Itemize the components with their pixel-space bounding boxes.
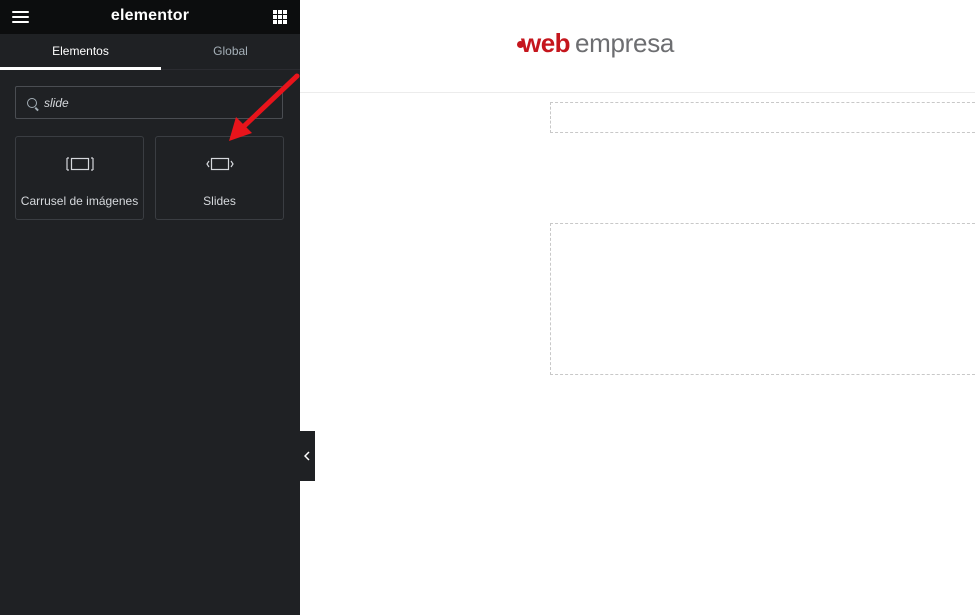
tab-elementos[interactable]: Elementos: [0, 35, 161, 70]
search-input[interactable]: [44, 93, 274, 113]
preview-canvas: web empresa: [300, 0, 975, 615]
widget-search[interactable]: [15, 86, 283, 119]
tab-global[interactable]: Global: [161, 35, 300, 70]
apps-grid-icon[interactable]: [273, 10, 287, 24]
empty-section-drop-zone[interactable]: [550, 223, 975, 375]
widget-label: Slides: [203, 194, 236, 208]
search-icon: [27, 98, 37, 108]
site-header: web empresa: [300, 0, 975, 93]
elementor-panel: elementor Elementos Global Carrusel de i…: [0, 0, 300, 615]
logo-empresa-text: empresa: [575, 28, 675, 58]
panel-collapse-handle[interactable]: [300, 431, 315, 481]
brand-title: elementor: [110, 7, 190, 24]
empty-section-drop-zone[interactable]: [550, 102, 975, 133]
panel-header: elementor: [0, 0, 300, 34]
widget-image-carousel[interactable]: Carrusel de imágenes: [15, 136, 144, 220]
panel-tabs: Elementos Global: [0, 35, 300, 70]
chevron-left-icon: [304, 451, 310, 461]
image-carousel-icon: [65, 157, 94, 176]
widget-slides[interactable]: Slides: [155, 136, 284, 220]
slides-icon: [205, 157, 234, 176]
logo-web-text: web: [521, 28, 571, 58]
widget-label: Carrusel de imágenes: [20, 194, 139, 208]
